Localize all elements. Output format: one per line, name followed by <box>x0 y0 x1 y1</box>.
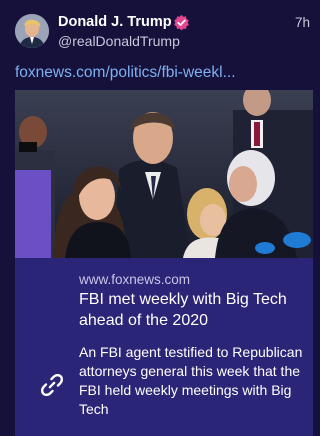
post-header: Donald J. Trump @realDonaldTrump 7h <box>0 0 313 60</box>
author-name[interactable]: Donald J. Trump <box>58 14 172 30</box>
post-link[interactable]: foxnews.com/politics/fbi-weekl... <box>15 64 236 82</box>
card-summary: An FBI agent testified to Republican att… <box>79 344 303 417</box>
author-handle[interactable]: @realDonaldTrump <box>58 33 180 49</box>
card-domain: www.foxnews.com <box>79 272 191 287</box>
post-timestamp[interactable]: 7h <box>295 15 310 30</box>
card-image <box>15 90 313 258</box>
link-icon <box>40 373 64 397</box>
verified-badge-icon <box>174 14 189 31</box>
link-preview-card[interactable]: www.foxnews.com FBI met weekly with Big … <box>15 90 313 436</box>
card-title: FBI met weekly with Big Tech ahead of th… <box>79 291 287 329</box>
avatar[interactable] <box>15 14 49 48</box>
